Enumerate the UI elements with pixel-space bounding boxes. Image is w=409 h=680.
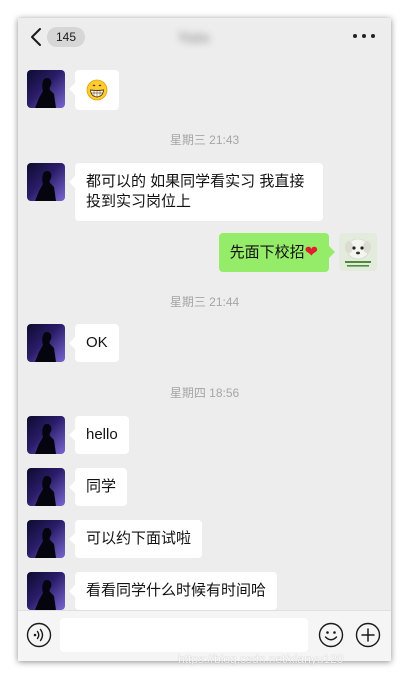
self-message-bubble[interactable]: 先面下校招❤ [218, 233, 336, 272]
message-row: 可以约下面试啦 [27, 520, 203, 558]
message-row: hello [27, 416, 129, 454]
message-text-line: 投到实习岗位上 [86, 193, 192, 210]
dot-icon [371, 34, 375, 38]
message-row-self: 先面下校招❤ [218, 233, 377, 272]
smiley-icon[interactable] [318, 622, 344, 648]
more-options-button[interactable] [353, 34, 375, 40]
grinning-face-icon [86, 79, 108, 101]
contact-avatar[interactable] [27, 468, 65, 506]
silhouette-icon [35, 476, 56, 506]
chat-title: Yuzu [178, 29, 210, 45]
contact-avatar[interactable] [27, 70, 65, 108]
plus-icon[interactable] [355, 622, 381, 648]
message-text-line: 都可以的 如果同学看实习 我直接 [86, 173, 305, 190]
silhouette-icon [35, 78, 56, 108]
timestamp: 星期三 21:44 [169, 295, 240, 309]
message-row: 同学 [27, 468, 128, 506]
timestamp: 星期四 18:56 [169, 386, 240, 400]
message-row: 看看同学什么时候有时间哈 [27, 572, 278, 610]
message-bubble[interactable]: hello [69, 416, 129, 454]
contact-avatar[interactable] [27, 163, 65, 201]
message-input[interactable] [60, 618, 308, 652]
message-row: 都可以的 如果同学看实习 我直接 投到实习岗位上 [27, 163, 323, 221]
message-bubble[interactable] [69, 70, 119, 110]
message-bubble[interactable]: 可以约下面试啦 [68, 520, 203, 558]
chat-window: 145 Yuzu 星期三 21:43 都可以的 如果同学看实习 我直接 投到实习… [18, 18, 391, 661]
self-avatar[interactable] [339, 233, 377, 271]
message-bubble[interactable]: 都可以的 如果同学看实习 我直接 投到实习岗位上 [69, 163, 323, 221]
dot-icon [353, 34, 357, 38]
dot-icon [362, 34, 366, 38]
message-row: OK [27, 324, 119, 362]
contact-avatar[interactable] [27, 416, 65, 454]
message-bubble[interactable]: 看看同学什么时候有时间哈 [68, 572, 278, 610]
heart-icon: ❤ [304, 242, 318, 261]
silhouette-icon [35, 332, 56, 362]
timestamp: 星期三 21:43 [169, 133, 240, 147]
dog-avatar-icon [339, 233, 377, 271]
silhouette-icon [35, 580, 56, 610]
unread-count-badge: 145 [47, 27, 85, 47]
watermark: https://blog.csdn.net/xianyu120 [178, 652, 344, 666]
silhouette-icon [35, 528, 56, 558]
back-button[interactable]: 145 [28, 26, 85, 48]
message-text: 先面下校招 [229, 244, 305, 261]
message-bubble[interactable]: OK [69, 324, 119, 362]
silhouette-icon [35, 424, 56, 454]
silhouette-icon [35, 171, 56, 201]
contact-avatar[interactable] [27, 520, 65, 558]
message-row [27, 70, 119, 110]
contact-avatar[interactable] [27, 324, 65, 362]
chevron-left-icon [31, 28, 41, 46]
message-bubble[interactable]: 同学 [68, 468, 128, 506]
voice-icon[interactable] [26, 622, 52, 648]
title-bar: 145 Yuzu [18, 18, 391, 56]
contact-avatar[interactable] [27, 572, 65, 610]
